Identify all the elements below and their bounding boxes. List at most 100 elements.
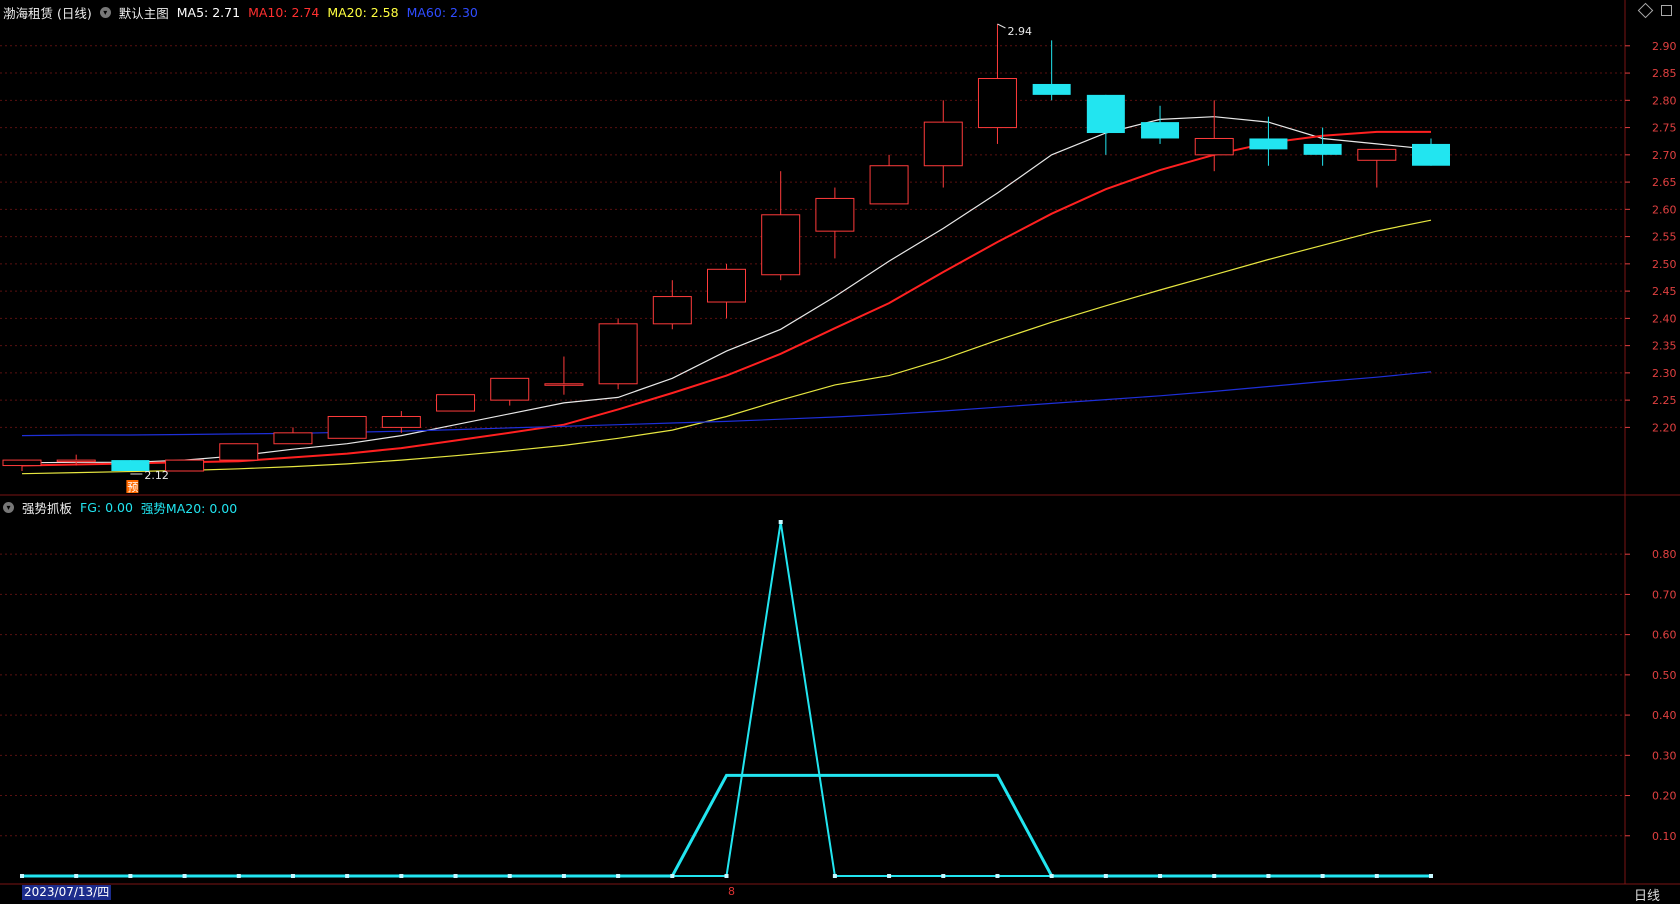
indicator-point bbox=[1049, 874, 1054, 878]
indicator-tick-label: 0.80 bbox=[1652, 548, 1677, 561]
candle-body bbox=[273, 432, 313, 445]
indicator-point bbox=[1374, 874, 1379, 878]
indicator-point bbox=[128, 874, 133, 878]
indicator-point bbox=[561, 874, 566, 878]
indicator-point bbox=[1266, 874, 1271, 878]
indicator-point bbox=[290, 874, 295, 878]
indicator-point bbox=[1158, 874, 1163, 878]
indicator-point bbox=[724, 874, 729, 878]
price-tick-label: 2.25 bbox=[1652, 394, 1677, 407]
dropdown-icon[interactable]: ▾ bbox=[3, 501, 14, 513]
indicator-tick-label: 0.60 bbox=[1652, 629, 1677, 642]
pre-badge-label: 预 bbox=[127, 481, 138, 494]
candle-body bbox=[1357, 148, 1397, 161]
candle bbox=[923, 100, 963, 188]
price-tick-label: 2.55 bbox=[1652, 231, 1677, 244]
restore-icon[interactable] bbox=[1661, 5, 1672, 16]
candle-body bbox=[436, 394, 476, 412]
candle bbox=[598, 318, 638, 390]
indicator-point bbox=[778, 520, 783, 524]
price-tick-label: 2.65 bbox=[1652, 176, 1677, 189]
candle-body bbox=[869, 165, 909, 205]
main-chart-label[interactable]: 默认主图 bbox=[119, 3, 169, 22]
indicator-point bbox=[399, 874, 404, 878]
candle-body bbox=[1086, 94, 1125, 134]
indicator-point bbox=[1212, 874, 1217, 878]
candle bbox=[707, 263, 746, 319]
price-tick-label: 2.45 bbox=[1652, 285, 1677, 298]
ma10-label: MA10: 2.74 bbox=[248, 4, 320, 20]
candle-body bbox=[219, 443, 259, 461]
price-tick-label: 2.75 bbox=[1652, 122, 1677, 135]
indicator-tick-label: 0.40 bbox=[1652, 709, 1677, 722]
indicator-tick-label: 0.10 bbox=[1652, 830, 1677, 843]
indicator-point bbox=[887, 874, 892, 878]
main-chart-header: 渤海租赁 (日线) ▾ 默认主图 MA5: 2.71 MA10: 2.74 MA… bbox=[0, 1, 486, 23]
candle-body bbox=[381, 415, 421, 428]
indicator-point bbox=[345, 874, 350, 878]
candle-body bbox=[56, 459, 96, 463]
candle-body bbox=[544, 383, 584, 386]
indicator-point bbox=[995, 874, 1000, 878]
candle-body bbox=[1249, 138, 1288, 150]
candle bbox=[1032, 40, 1071, 101]
candle bbox=[219, 443, 259, 461]
candle bbox=[544, 356, 584, 395]
indicator-tick-label: 0.70 bbox=[1652, 588, 1677, 601]
price-tick-label: 2.80 bbox=[1652, 94, 1677, 107]
indicator-point bbox=[20, 874, 24, 878]
fg-label: FG: 0.00 bbox=[80, 499, 133, 515]
candle bbox=[165, 459, 205, 472]
candle bbox=[1194, 100, 1234, 172]
candle bbox=[815, 187, 855, 259]
indicator-line-1 bbox=[22, 773, 1431, 878]
candle bbox=[761, 171, 801, 281]
indicator-point bbox=[832, 874, 837, 878]
candle-body bbox=[652, 296, 692, 325]
candle-body bbox=[327, 415, 367, 439]
price-tick-label: 2.20 bbox=[1652, 421, 1677, 434]
indicator-point bbox=[616, 874, 621, 878]
candle bbox=[1249, 116, 1288, 166]
candle-body bbox=[2, 459, 42, 467]
indicator-name[interactable]: 强势抓板 bbox=[22, 498, 72, 517]
candle bbox=[1303, 127, 1342, 166]
candle-body bbox=[1141, 122, 1180, 139]
candle bbox=[436, 394, 476, 412]
indicator-point bbox=[1320, 874, 1325, 878]
price-tick-label: 2.40 bbox=[1652, 312, 1677, 325]
candle bbox=[1086, 94, 1125, 155]
diamond-icon[interactable] bbox=[1637, 2, 1654, 19]
candle bbox=[869, 154, 909, 205]
period-label[interactable]: 日线 bbox=[1634, 885, 1660, 904]
low-price-label: 2.12 bbox=[144, 469, 169, 482]
candle bbox=[381, 411, 421, 433]
high-pointer bbox=[997, 23, 1006, 29]
indicator-point bbox=[1103, 874, 1108, 878]
candle bbox=[977, 24, 1017, 144]
candle bbox=[490, 377, 530, 406]
candle-body bbox=[1194, 137, 1234, 156]
indicator-tick-label: 0.50 bbox=[1652, 669, 1677, 682]
candle bbox=[2, 459, 42, 471]
candle-body bbox=[707, 268, 746, 303]
indicator-header: ▾ 强势抓板 FG: 0.00 强势MA20: 0.00 bbox=[0, 496, 245, 518]
candle-body bbox=[598, 323, 638, 385]
candle bbox=[327, 415, 367, 439]
indicator-point bbox=[74, 874, 79, 878]
indicator-point bbox=[182, 874, 187, 878]
ma60-label: MA60: 2.30 bbox=[406, 4, 478, 20]
high-price-label: 2.94 bbox=[1007, 25, 1032, 38]
indicator-point bbox=[941, 874, 946, 878]
indicator-point bbox=[670, 874, 675, 878]
candle bbox=[1141, 105, 1180, 144]
indicator-tick-label: 0.20 bbox=[1652, 790, 1677, 803]
candle bbox=[1412, 138, 1450, 166]
chart-canvas[interactable]: 2.90 2.85 2.80 2.75 2.70 2.65 2.60 2.55 2.50 2.45… bbox=[0, 0, 1680, 901]
candle-body bbox=[165, 459, 205, 472]
stock-title[interactable]: 渤海租赁 (日线) bbox=[3, 3, 92, 22]
dropdown-icon[interactable]: ▾ bbox=[99, 6, 111, 18]
candle-body bbox=[490, 377, 530, 401]
candle-body bbox=[977, 78, 1017, 129]
candle-body bbox=[761, 214, 801, 276]
